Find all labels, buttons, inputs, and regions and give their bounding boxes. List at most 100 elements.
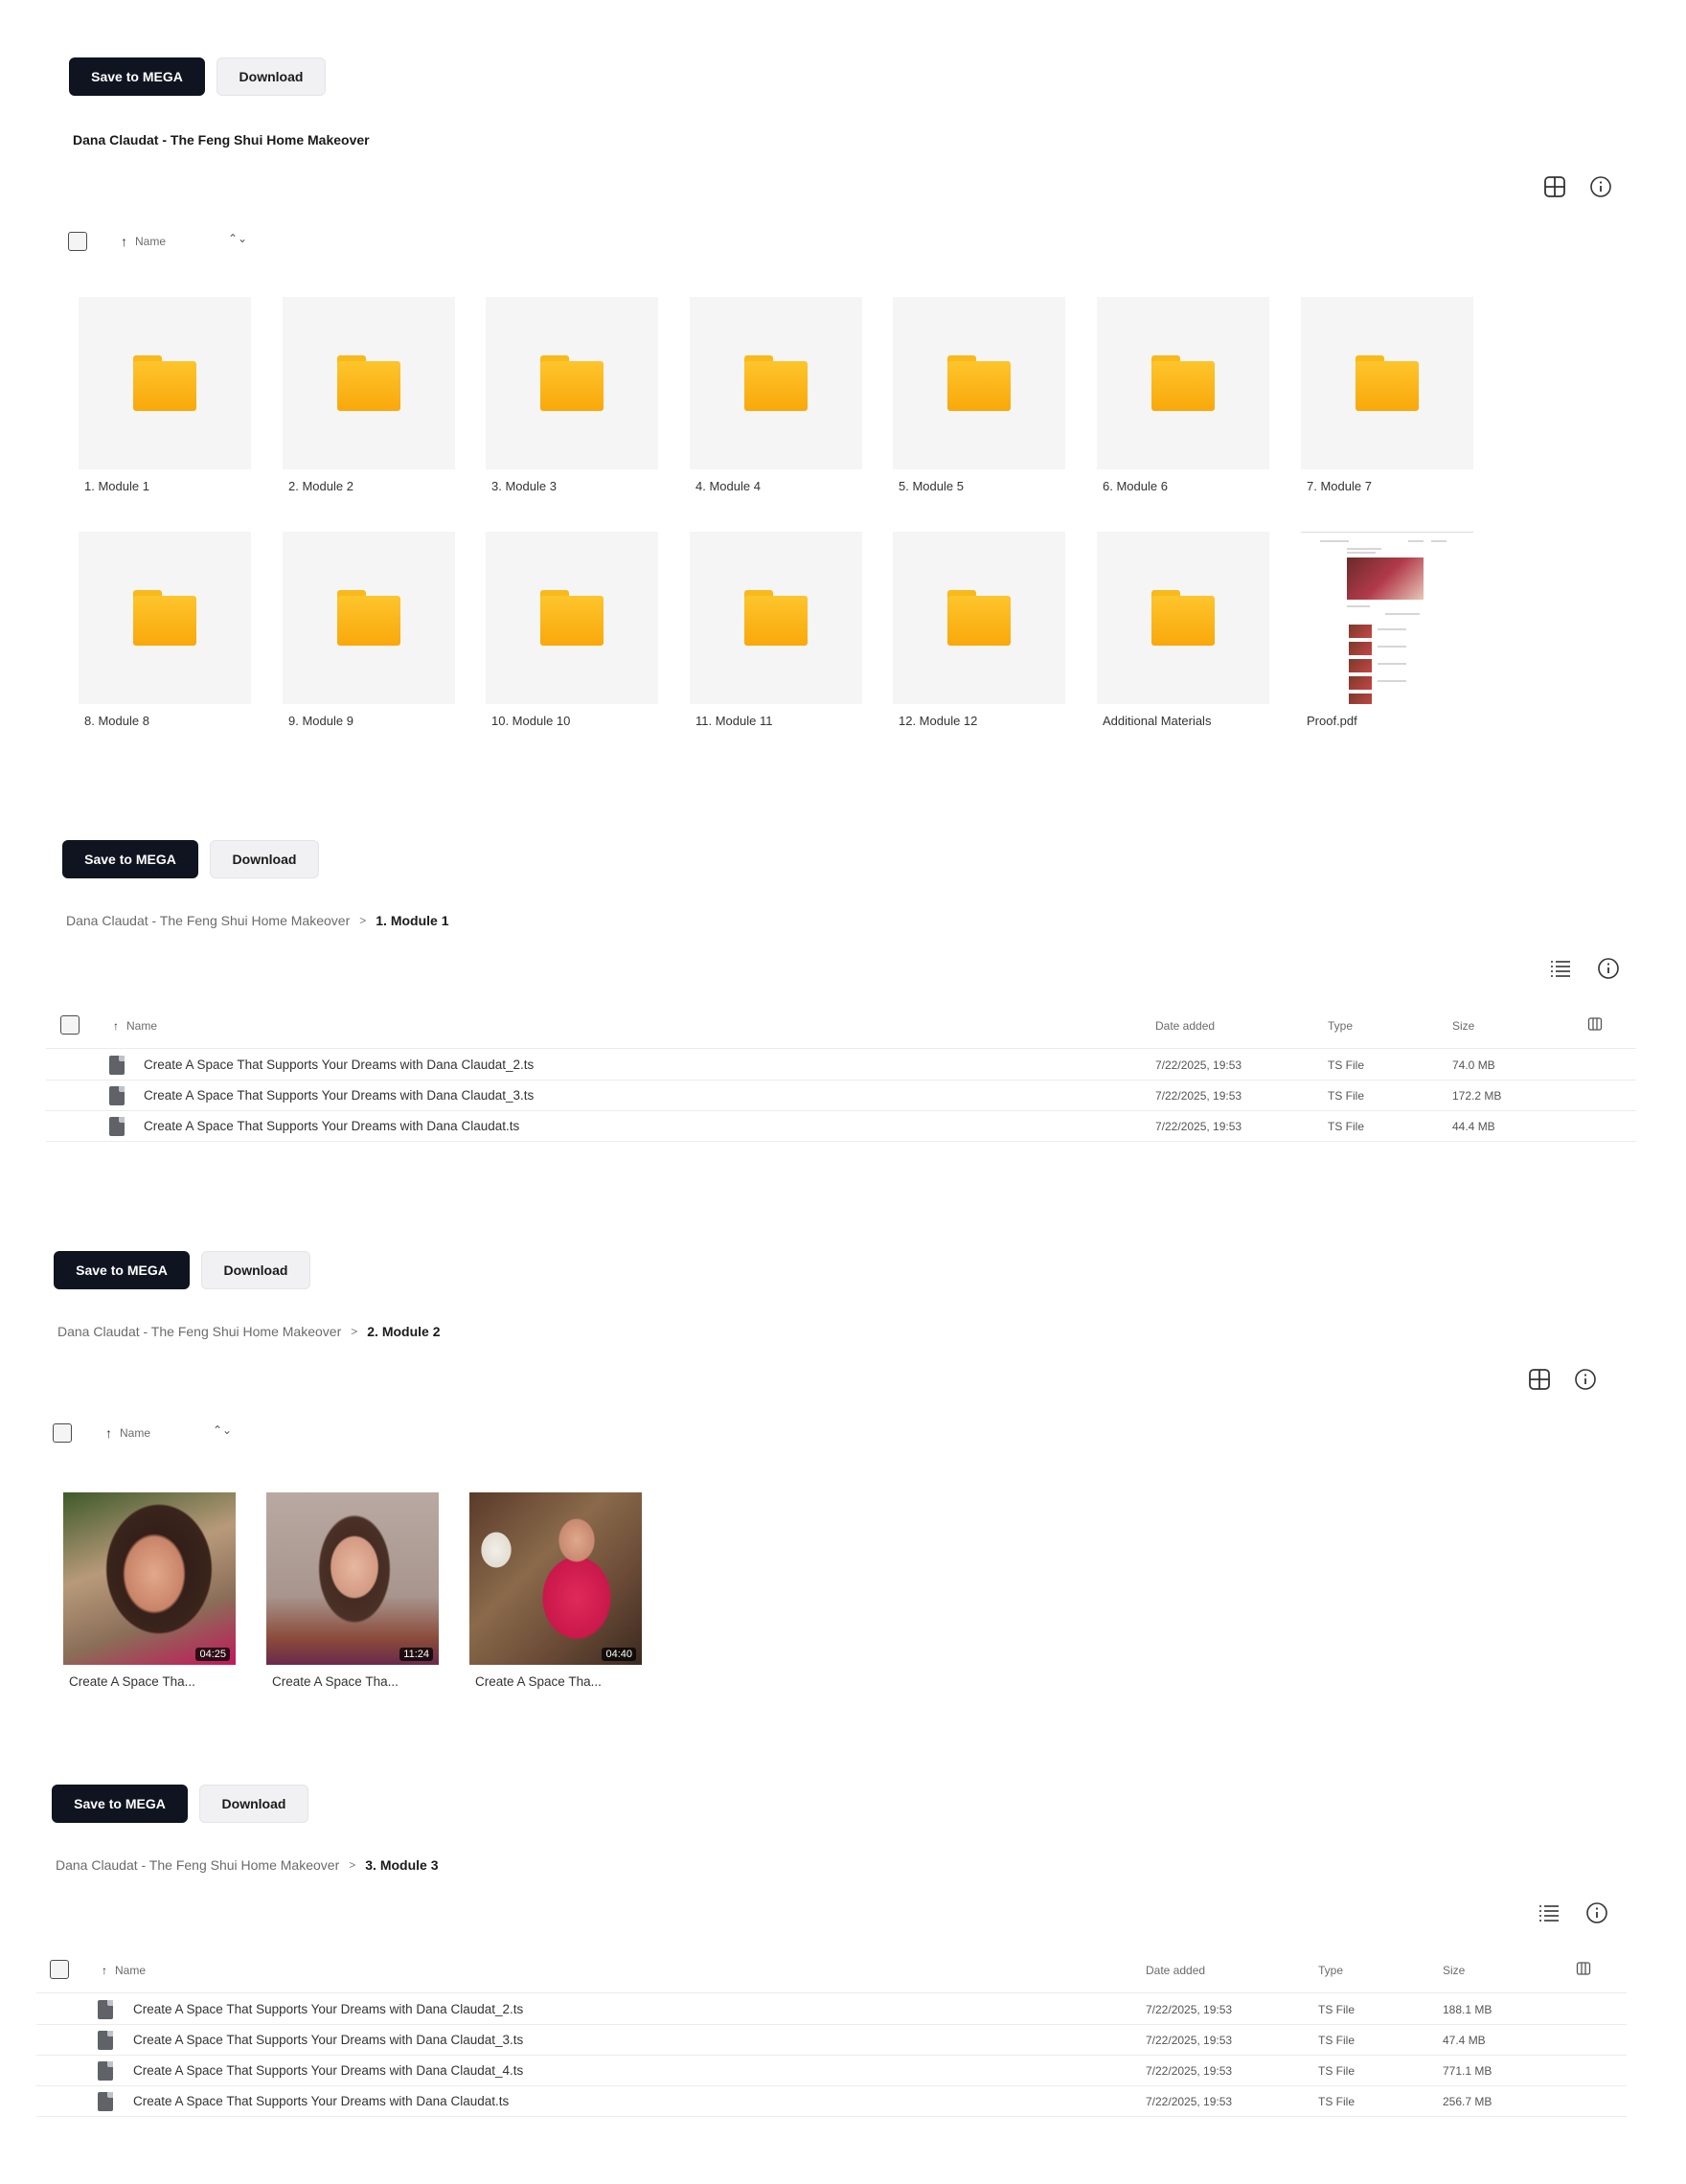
folder-name: 11. Module 11: [695, 714, 773, 728]
folder-tile[interactable]: 10. Module 10: [486, 532, 658, 728]
folder-thumbnail: [1301, 297, 1473, 469]
sort-arrow-up-icon: ↑: [121, 234, 127, 249]
folder-tile[interactable]: 7. Module 7: [1301, 297, 1473, 493]
video-tile[interactable]: 11:24 Create A Space Tha...: [266, 1492, 439, 1689]
folder-tile[interactable]: 1. Module 1: [79, 297, 251, 493]
folder-tile[interactable]: 12. Module 12: [893, 532, 1065, 728]
file-name: Create A Space That Supports Your Dreams…: [144, 1088, 535, 1103]
table-row[interactable]: Create A Space That Supports Your Dreams…: [46, 1050, 1636, 1081]
info-icon[interactable]: [1573, 1367, 1598, 1392]
list-view-icon[interactable]: [1537, 1900, 1561, 1925]
folder-tile[interactable]: 3. Module 3: [486, 297, 658, 493]
table-row[interactable]: Create A Space That Supports Your Dreams…: [36, 2086, 1627, 2117]
folder-thumbnail: [1097, 532, 1269, 704]
column-header-size[interactable]: Size: [1443, 1964, 1465, 1977]
column-header-type[interactable]: Type: [1318, 1964, 1343, 1977]
video-thumbnail: 04:40: [469, 1492, 642, 1665]
folder-tile[interactable]: 9. Module 9: [283, 532, 455, 728]
folder-tile[interactable]: 2. Module 2: [283, 297, 455, 493]
column-header-name[interactable]: ↑ Name: [102, 1964, 146, 1977]
column-header-size[interactable]: Size: [1452, 1019, 1474, 1033]
file-name: Create A Space That Supports Your Dreams…: [133, 2002, 524, 2016]
select-all-checkbox[interactable]: [68, 232, 87, 251]
file-icon: [98, 2000, 113, 2019]
save-to-mega-button[interactable]: Save to MEGA: [54, 1251, 190, 1289]
pdf-file-tile[interactable]: Proof.pdf: [1301, 532, 1473, 728]
table-row[interactable]: Create A Space That Supports Your Dreams…: [36, 2056, 1627, 2086]
folder-icon: [133, 590, 196, 646]
save-to-mega-button[interactable]: Save to MEGA: [62, 840, 198, 878]
video-thumbnail: 04:25: [63, 1492, 236, 1665]
folder-name: 1. Module 1: [84, 479, 149, 493]
column-header-date[interactable]: Date added: [1146, 1964, 1205, 1977]
download-button[interactable]: Download: [199, 1785, 308, 1823]
folder-icon: [540, 590, 604, 646]
breadcrumb: Dana Claudat - The Feng Shui Home Makeov…: [66, 913, 448, 928]
section-module-2: Save to MEGA Download Dana Claudat - The…: [0, 1236, 1686, 1695]
folder-icon: [1151, 355, 1215, 411]
download-button[interactable]: Download: [201, 1251, 310, 1289]
folder-tile[interactable]: 6. Module 6: [1097, 297, 1269, 493]
file-icon: [98, 2031, 113, 2050]
date-added: 7/22/2025, 19:53: [1155, 1058, 1242, 1072]
folder-tile[interactable]: 11. Module 11: [690, 532, 862, 728]
info-icon[interactable]: [1584, 1900, 1609, 1925]
sort-by-name[interactable]: ↑ Name ⌃⌄: [121, 232, 247, 249]
date-added: 7/22/2025, 19:53: [1155, 1089, 1242, 1103]
breadcrumb-current: 1. Module 1: [376, 913, 449, 928]
column-header-date[interactable]: Date added: [1155, 1019, 1215, 1033]
date-added: 7/22/2025, 19:53: [1146, 2034, 1233, 2047]
file-name: Create A Space That Supports Your Dreams…: [144, 1058, 535, 1072]
folder-name: 9. Module 9: [288, 714, 353, 728]
sort-by-name[interactable]: ↑ Name ⌃⌄: [105, 1423, 232, 1441]
breadcrumb-current: 2. Module 2: [367, 1324, 441, 1339]
folder-tile[interactable]: 8. Module 8: [79, 532, 251, 728]
select-all-checkbox[interactable]: [53, 1423, 72, 1443]
folder-tile[interactable]: 5. Module 5: [893, 297, 1065, 493]
breadcrumb-root[interactable]: Dana Claudat - The Feng Shui Home Makeov…: [56, 1857, 339, 1873]
table-row[interactable]: Create A Space That Supports Your Dreams…: [46, 1111, 1636, 1142]
file-size: 172.2 MB: [1452, 1089, 1502, 1103]
video-tile[interactable]: 04:25 Create A Space Tha...: [63, 1492, 236, 1689]
folder-tile[interactable]: Additional Materials: [1097, 532, 1269, 728]
file-size: 44.4 MB: [1452, 1120, 1495, 1133]
breadcrumb-root[interactable]: Dana Claudat - The Feng Shui Home Makeov…: [66, 913, 350, 928]
video-name: Create A Space Tha...: [69, 1674, 195, 1689]
column-header-type[interactable]: Type: [1328, 1019, 1353, 1033]
save-to-mega-button[interactable]: Save to MEGA: [69, 57, 205, 96]
file-size: 74.0 MB: [1452, 1058, 1495, 1072]
folder-icon: [947, 590, 1011, 646]
table-row[interactable]: Create A Space That Supports Your Dreams…: [36, 1994, 1627, 2025]
folder-thumbnail: [690, 532, 862, 704]
columns-settings-icon[interactable]: [1583, 1012, 1607, 1036]
table-row[interactable]: Create A Space That Supports Your Dreams…: [36, 2025, 1627, 2056]
folder-thumbnail: [486, 532, 658, 704]
video-thumbnail: 11:24: [266, 1492, 439, 1665]
chevron-right-icon: >: [351, 1325, 358, 1338]
sort-toggle-icon[interactable]: ⌃⌄: [213, 1423, 232, 1437]
list-view-icon[interactable]: [1548, 956, 1573, 981]
breadcrumb-root[interactable]: Dana Claudat - The Feng Shui Home Makeov…: [57, 1324, 341, 1339]
date-added: 7/22/2025, 19:53: [1146, 2064, 1233, 2078]
video-duration: 11:24: [399, 1648, 433, 1661]
folder-icon: [744, 590, 808, 646]
grid-view-icon[interactable]: [1527, 1367, 1552, 1392]
grid-view-icon[interactable]: [1542, 174, 1567, 199]
select-all-checkbox[interactable]: [60, 1015, 80, 1035]
download-button[interactable]: Download: [210, 840, 319, 878]
select-all-checkbox[interactable]: [50, 1960, 69, 1979]
file-icon: [98, 2061, 113, 2081]
sort-toggle-icon[interactable]: ⌃⌄: [228, 232, 247, 245]
file-type: TS File: [1318, 2095, 1356, 2108]
info-icon[interactable]: [1588, 174, 1613, 199]
video-tile[interactable]: 04:40 Create A Space Tha...: [469, 1492, 642, 1689]
columns-settings-icon[interactable]: [1571, 1956, 1596, 1981]
column-header-name[interactable]: ↑ Name: [113, 1019, 157, 1033]
folder-tile[interactable]: 4. Module 4: [690, 297, 862, 493]
table-row[interactable]: Create A Space That Supports Your Dreams…: [46, 1081, 1636, 1111]
save-to-mega-button[interactable]: Save to MEGA: [52, 1785, 188, 1823]
download-button[interactable]: Download: [216, 57, 326, 96]
date-added: 7/22/2025, 19:53: [1146, 2095, 1233, 2108]
breadcrumb: Dana Claudat - The Feng Shui Home Makeov…: [56, 1857, 438, 1873]
info-icon[interactable]: [1596, 956, 1621, 981]
